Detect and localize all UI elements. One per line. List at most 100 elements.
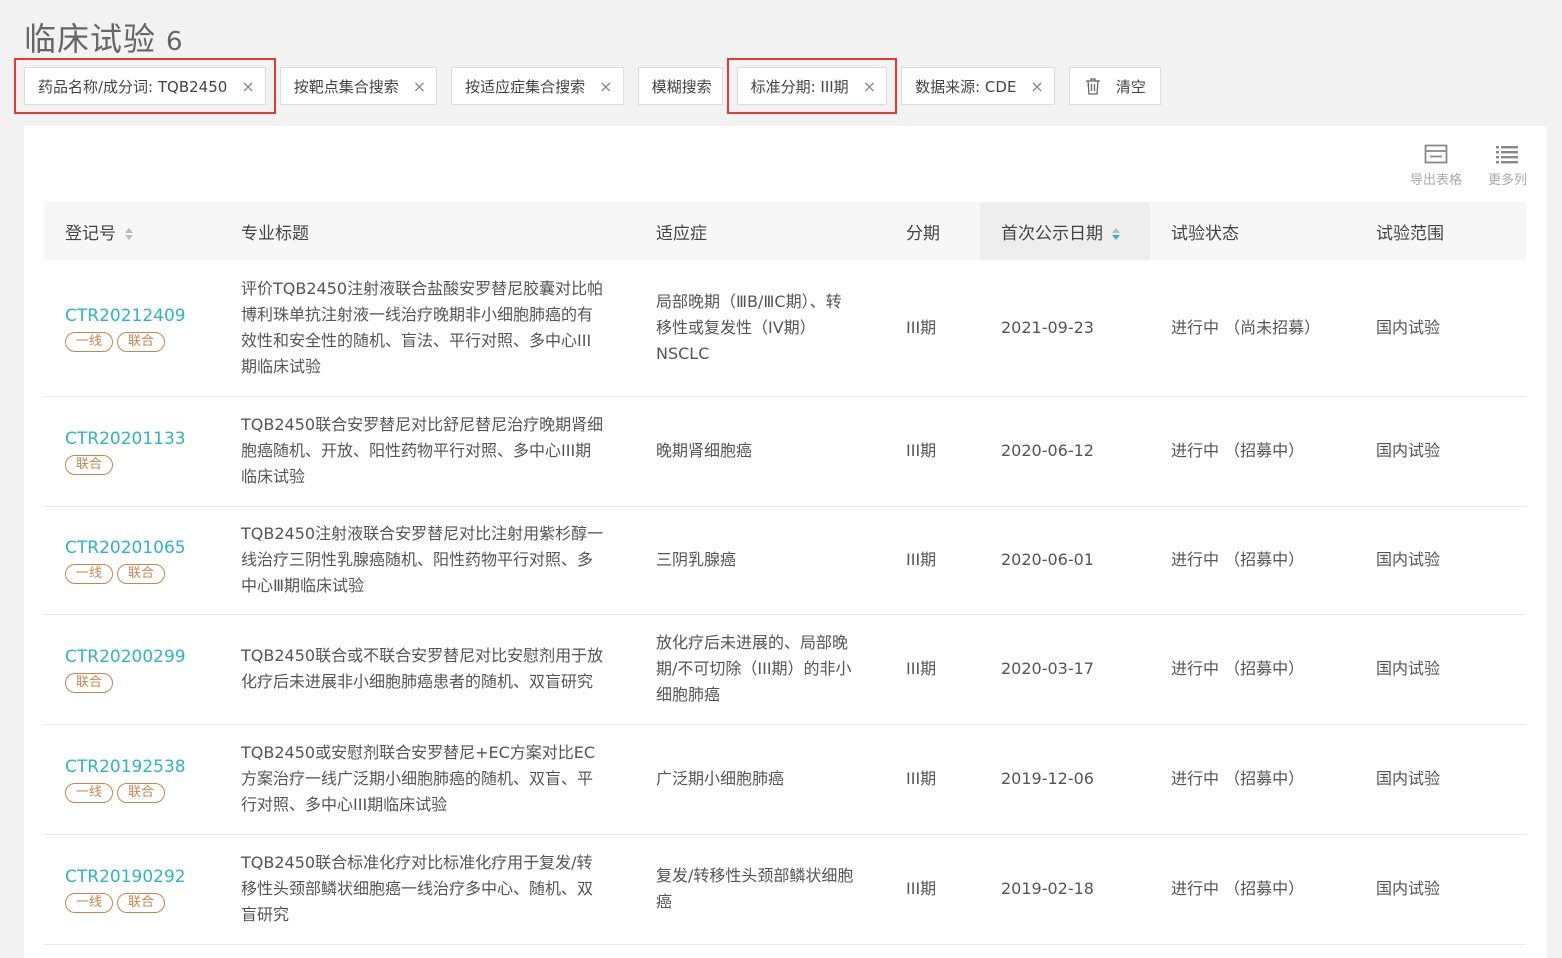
tag-group: 联合	[65, 673, 220, 693]
filter-chip[interactable]: 按适应症集合搜索 ×	[451, 67, 624, 105]
cell-date: 2020-03-17	[1001, 659, 1094, 678]
tag-group: 一线 联合	[65, 564, 220, 584]
trial-tag: 联合	[117, 783, 166, 803]
table-tools: 导出表格 更多列	[1410, 144, 1527, 188]
table-row[interactable]: CTR20192538 一线 联合 TQB2450或安慰剂联合安罗替尼+EC方案对比E…	[44, 724, 1526, 834]
page-title: 临床试验 6	[24, 14, 183, 60]
cell-indication: 局部晚期（ⅢB/ⅢC期）、转移性或复发性（IV期）NSCLC	[656, 291, 842, 363]
cell-phase: III期	[906, 879, 937, 898]
cell-indication: 晚期肾细胞癌	[656, 441, 753, 460]
cell-status: 进行中 （招募中）	[1171, 769, 1305, 788]
registration-link[interactable]: CTR20201065	[65, 536, 220, 560]
filter-chip-label: 按靶点集合搜索	[293, 77, 399, 96]
tag-group: 联合	[65, 455, 220, 475]
close-icon[interactable]: ×	[863, 77, 876, 96]
col-header-title: 专业标题	[241, 223, 309, 244]
trial-tag: 一线	[65, 331, 114, 352]
cell-scope: 国内试验	[1376, 879, 1441, 898]
col-header-scope: 试验范围	[1376, 223, 1444, 244]
cell-scope: 国内试验	[1376, 659, 1441, 678]
table-row[interactable]: CTR20200299 联合 TQB2450联合或不联合安罗替尼对比安慰剂用于放化疗…	[44, 614, 1526, 724]
close-icon[interactable]: ×	[599, 77, 612, 96]
col-header-phase: 分期	[906, 223, 940, 244]
cell-registration: CTR20200299 联合	[44, 614, 220, 724]
table-row[interactable]: CTR20201065 一线 联合 TQB2450注射液联合安罗替尼对比注射用紫杉醇一…	[44, 506, 1526, 614]
table-row[interactable]: CTR20212409 一线 联合 评价TQB2450注射液联合盐酸安罗替尼胶囊对比帕…	[44, 260, 1526, 396]
sort-desc-icon	[1112, 227, 1120, 240]
filter-chip[interactable]: 标准分期: III期 ×	[726, 58, 897, 114]
page-title-text: 临床试验	[24, 20, 157, 58]
cell-scope: 国内试验	[1376, 550, 1441, 569]
trash-icon	[1084, 77, 1102, 95]
cell-status: 进行中 （招募中）	[1171, 879, 1305, 898]
col-header-first-publish-date[interactable]: 首次公示日期	[980, 202, 1150, 260]
cell-phase: III期	[906, 659, 937, 678]
trial-tag: 一线	[65, 564, 114, 584]
cell-scope: 国内试验	[1376, 769, 1441, 788]
cell-registration: CTR20201065 一线 联合	[44, 506, 220, 614]
cell-phase: III期	[906, 441, 937, 460]
close-icon[interactable]: ×	[241, 77, 254, 96]
cell-indication: 复发/转移性头颈部鳞状细胞癌	[656, 866, 854, 911]
tag-group: 一线 联合	[65, 893, 220, 913]
registration-link[interactable]: CTR20212409	[65, 304, 220, 328]
export-table-icon	[1424, 144, 1448, 164]
filter-chip[interactable]: 模糊搜索	[637, 67, 723, 105]
trials-table: 登记号 专业标题 适应症 分期 首次公示日期 试验状态 试验范围 CTR2021…	[44, 202, 1526, 945]
cell-status: 进行中 （招募中）	[1171, 659, 1305, 678]
cell-indication: 放化疗后未进展的、局部晚期/不可切除（III期）的非小细胞肺癌	[656, 633, 852, 704]
cell-registration: CTR20190292 一线 联合	[44, 834, 220, 944]
clear-filters-button[interactable]: 清空	[1068, 67, 1161, 105]
filter-chip[interactable]: 按靶点集合搜索 ×	[279, 67, 438, 105]
cell-title: TQB2450或安慰剂联合安罗替尼+EC方案对比EC方案治疗一线广泛期小细胞肺癌…	[241, 743, 596, 814]
table-body: CTR20212409 一线 联合 评价TQB2450注射液联合盐酸安罗替尼胶囊对比帕…	[44, 260, 1526, 944]
cell-scope: 国内试验	[1376, 317, 1441, 337]
filter-chip[interactable]: 数据来源: CDE ×	[901, 67, 1055, 105]
cell-registration: CTR20192538 一线 联合	[44, 724, 220, 834]
sort-icon	[125, 227, 133, 240]
more-columns-button[interactable]: 更多列	[1488, 144, 1527, 188]
tag-group: 一线 联合	[65, 783, 220, 803]
cell-title: 评价TQB2450注射液联合盐酸安罗替尼胶囊对比帕博利珠单抗注射液一线治疗晚期非…	[241, 278, 604, 376]
registration-link[interactable]: CTR20200299	[65, 645, 220, 669]
table-header-row: 登记号 专业标题 适应症 分期 首次公示日期 试验状态 试验范围	[44, 202, 1526, 260]
col-header-status: 试验状态	[1171, 223, 1239, 244]
export-table-label: 导出表格	[1409, 173, 1462, 188]
registration-link[interactable]: CTR20190292	[65, 865, 220, 889]
trial-tag: 一线	[65, 893, 114, 913]
list-icon	[1496, 146, 1519, 164]
cell-date: 2020-06-12	[1001, 441, 1094, 460]
cell-indication: 三阴乳腺癌	[656, 550, 737, 569]
registration-link[interactable]: CTR20201133	[65, 427, 220, 451]
cell-date: 2019-12-06	[1001, 769, 1094, 788]
filter-chip-label: 药品名称/成分词: TQB2450	[38, 77, 228, 96]
cell-phase: III期	[906, 550, 937, 569]
close-icon[interactable]: ×	[1030, 77, 1043, 96]
cell-title: TQB2450注射液联合安罗替尼对比注射用紫杉醇一线治疗三阴性乳腺癌随机、阳性药…	[241, 524, 604, 595]
tag-group: 一线 联合	[65, 331, 220, 352]
cell-phase: III期	[906, 769, 937, 788]
cell-date: 2020-06-01	[1001, 550, 1094, 569]
cell-status: 进行中 （招募中）	[1171, 441, 1305, 460]
cell-title: TQB2450联合标准化疗对比标准化疗用于复发/转移性头颈部鳞状细胞癌一线治疗多…	[241, 853, 594, 924]
cell-date: 2019-02-18	[1001, 879, 1094, 898]
table-row[interactable]: CTR20201133 联合 TQB2450联合安罗替尼对比舒尼替尼治疗晚期肾细胞癌…	[44, 396, 1526, 506]
filter-chip-label: 模糊搜索	[651, 77, 712, 96]
col-header-registration[interactable]: 登记号	[44, 202, 220, 260]
col-header-indication: 适应症	[656, 223, 707, 244]
filter-chip[interactable]: 药品名称/成分词: TQB2450 ×	[14, 58, 276, 114]
trial-tag: 联合	[117, 893, 166, 913]
cell-date: 2021-09-23	[1001, 317, 1094, 337]
cell-scope: 国内试验	[1376, 441, 1441, 460]
trial-tag: 一线	[65, 783, 114, 803]
close-icon[interactable]: ×	[413, 77, 426, 96]
result-count: 6	[166, 27, 183, 57]
trial-tag: 联合	[117, 564, 166, 584]
export-table-button[interactable]: 导出表格	[1410, 144, 1462, 188]
results-card: 导出表格 更多列 登记号 专业标题 适应症 分期 首次公示日期 试验状态 试验范…	[24, 126, 1547, 958]
registration-link[interactable]: CTR20192538	[65, 755, 220, 779]
cell-indication: 广泛期小细胞肺癌	[656, 769, 785, 788]
cell-status: 进行中 （尚未招募）	[1171, 317, 1321, 337]
cell-phase: III期	[906, 317, 937, 337]
table-row[interactable]: CTR20190292 一线 联合 TQB2450联合标准化疗对比标准化疗用于复发/转…	[44, 834, 1526, 944]
